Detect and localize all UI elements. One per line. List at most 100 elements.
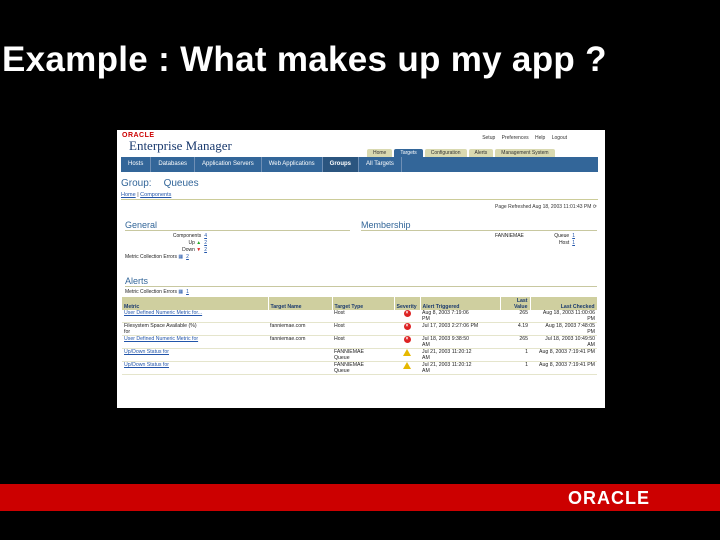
up-arrow-icon: ▲ <box>196 240 202 246</box>
checked-text-2: PM <box>587 329 595 335</box>
queue-value[interactable]: 1 <box>572 233 575 239</box>
severity-cell: × <box>394 322 420 336</box>
warning-icon <box>403 362 411 369</box>
components-label: Components <box>172 233 202 239</box>
value-cell: 1 <box>500 348 530 362</box>
target-cell[interactable] <box>268 348 332 362</box>
table-row: User Defined Numeric Metric for fanniema… <box>122 335 597 349</box>
type-cell: Host <box>332 322 394 336</box>
subnav-groups[interactable]: Groups <box>322 157 359 172</box>
metric-cell[interactable]: Up/Down Status for <box>122 348 268 362</box>
col-target-type[interactable]: Target Type <box>332 297 395 310</box>
severity-cell <box>394 361 420 375</box>
membership-rule <box>361 230 597 231</box>
down-arrow-icon: ▼ <box>196 247 202 253</box>
col-alert-triggered[interactable]: Alert Triggered <box>420 297 501 310</box>
subnav-web-applications[interactable]: Web Applications <box>262 157 323 172</box>
table-row: Up/Down Status for FANNIEMAE Queue Jul 21… <box>122 361 597 375</box>
logout-link[interactable]: Logout <box>552 135 567 141</box>
subnav-all-targets[interactable]: All Targets <box>359 157 402 172</box>
up-value[interactable]: 2 <box>204 240 207 246</box>
tab-configuration[interactable]: Configuration <box>424 149 467 157</box>
tab-alerts[interactable]: Alerts <box>468 149 494 157</box>
down-label: Down <box>182 247 195 253</box>
tab-home[interactable]: Home <box>367 149 393 157</box>
col-severity[interactable]: Severity <box>394 297 421 310</box>
alerts-mce-label: Metric Collection Errors <box>125 289 177 295</box>
refresh-icon[interactable]: ⟳ <box>593 204 597 210</box>
col-target-name[interactable]: Target Name <box>268 297 333 310</box>
general-rule <box>125 230 350 231</box>
triggered-text-2: AM <box>422 342 430 348</box>
app-title: Enterprise Manager <box>129 138 232 153</box>
breadcrumb-home[interactable]: Home <box>121 192 136 198</box>
global-links: Setup Preferences Help Logout <box>477 135 567 141</box>
target-cell[interactable] <box>268 310 332 323</box>
alerts-mce-value[interactable]: 1 <box>186 289 189 295</box>
table-row: User Defined Numeric Metric for... Host … <box>122 310 597 323</box>
target-cell[interactable] <box>268 361 332 375</box>
severity-cell: × <box>394 310 420 323</box>
tab-targets[interactable]: Targets <box>394 149 423 157</box>
main-tabs: Home Targets Configuration Alerts Management… <box>367 149 557 157</box>
mce-icon: ▦ <box>178 254 184 260</box>
type-text-2: Queue <box>334 355 350 361</box>
triggered-text-2: AM <box>422 368 430 374</box>
setup-link[interactable]: Setup <box>482 135 495 141</box>
down-value[interactable]: 2 <box>204 247 207 253</box>
type-text-2: Queue <box>334 368 350 374</box>
host-label: Host <box>558 240 570 246</box>
components-value[interactable]: 4 <box>204 233 207 239</box>
up-label: Up <box>188 240 195 246</box>
general-up: Up ▲ 2 <box>131 240 207 246</box>
checked-text-2: AM <box>587 342 595 348</box>
checked-cell: Aug 8, 2003 7:19:41 PM <box>530 361 597 375</box>
critical-icon: × <box>403 336 411 343</box>
target-subnav: Hosts Databases Application Servers Web App… <box>121 157 598 172</box>
checked-cell: Aug 18, 2003 11:00:06 PM <box>530 310 597 323</box>
metric-cell[interactable]: Up/Down Status for <box>122 361 268 375</box>
value-cell: 265 <box>500 310 530 323</box>
preferences-link[interactable]: Preferences <box>502 135 529 141</box>
col-metric[interactable]: Metric <box>122 297 269 310</box>
page-refreshed: Page Refreshed Aug 18, 2003 11:01:43 PM … <box>495 204 597 210</box>
subnav-application-servers[interactable]: Application Servers <box>195 157 262 172</box>
value-cell: 1 <box>500 361 530 375</box>
triggered-cell: Jul 21, 2003 11:20:12 AM <box>420 361 500 375</box>
type-cell: Host <box>332 310 394 323</box>
alerts-mce-icon: ▦ <box>178 289 184 295</box>
metric-cell[interactable]: Filesystem Space Available (%) for <box>122 322 268 336</box>
breadcrumb-components[interactable]: Components <box>140 192 171 198</box>
tab-management-system[interactable]: Management System <box>495 149 555 157</box>
membership-host: Host 1 <box>545 240 575 246</box>
metric-cell[interactable]: User Defined Numeric Metric for... <box>122 310 268 323</box>
subnav-hosts[interactable]: Hosts <box>121 157 152 172</box>
col-last-checked[interactable]: Last Checked <box>530 297 598 310</box>
severity-cell: × <box>394 335 420 349</box>
membership-queue: Queue 1 <box>545 233 575 239</box>
help-link[interactable]: Help <box>535 135 545 141</box>
col-last-value[interactable]: Last Value <box>500 297 531 310</box>
metric-text[interactable]: Filesystem Space Available (%) <box>124 323 197 329</box>
metric-cell[interactable]: User Defined Numeric Metric for <box>122 335 268 349</box>
general-heading: General <box>125 220 158 230</box>
target-cell[interactable]: fanniemae.com <box>268 322 332 336</box>
host-value[interactable]: 1 <box>572 240 575 246</box>
footer-oracle-logo: ORACLE <box>568 488 650 508</box>
triggered-cell: Jul 17, 2003 2:27:06 PM <box>420 322 500 336</box>
type-cell: FANNIEMAE Queue <box>332 348 394 362</box>
mce-value[interactable]: 2 <box>186 254 189 260</box>
checked-cell: Aug 18, 2003 7:48:05 PM <box>530 322 597 336</box>
severity-cell <box>394 348 420 362</box>
table-row: Filesystem Space Available (%) for fannie… <box>122 322 597 336</box>
slide-title: Example : What makes up my app ? <box>2 40 607 79</box>
type-cell: Host <box>332 335 394 349</box>
refresh-text: Page Refreshed Aug 18, 2003 11:01:43 PM <box>495 204 592 210</box>
alerts-heading: Alerts <box>125 276 149 286</box>
checked-cell: Jul 18, 2003 10:49:50 AM <box>530 335 597 349</box>
triggered-text: Jul 17, 2003 2:27:06 PM <box>422 323 479 329</box>
target-cell[interactable]: fanniemae.com <box>268 335 332 349</box>
type-cell: FANNIEMAE Queue <box>332 361 394 375</box>
subnav-databases[interactable]: Databases <box>151 157 196 172</box>
triggered-text-2: AM <box>422 355 430 361</box>
